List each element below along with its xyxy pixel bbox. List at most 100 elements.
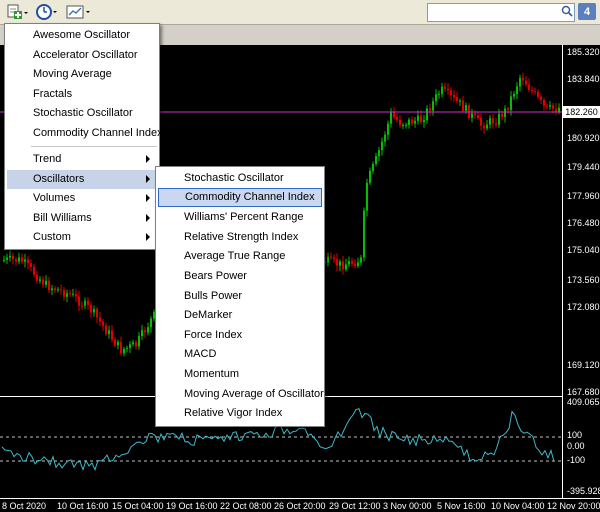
submenu-arrow-icon xyxy=(146,194,150,202)
submenu-item-relative-vigor-index[interactable]: Relative Vigor Index xyxy=(158,404,322,423)
candle-body xyxy=(486,124,488,129)
candle-body xyxy=(45,280,47,285)
submenu-item-commodity-channel-index[interactable]: Commodity Channel Index xyxy=(158,188,322,207)
candle-body xyxy=(477,115,479,118)
candle-body xyxy=(36,274,38,281)
menu-item-stochastic-oscillator[interactable]: Stochastic Oscillator xyxy=(7,104,157,123)
candle-body xyxy=(150,318,152,328)
time-axis-label: 10 Nov 04:00 xyxy=(491,501,545,511)
candle-body xyxy=(48,280,50,291)
menu-group-custom[interactable]: Custom xyxy=(7,228,157,247)
menu-item-moving-average[interactable]: Moving Average xyxy=(7,65,157,84)
menu-group-label: Volumes xyxy=(33,192,76,204)
candle-body xyxy=(60,289,62,291)
template-icon xyxy=(66,5,90,19)
candle-body xyxy=(519,77,521,87)
menu-item-awesome-oscillator[interactable]: Awesome Oscillator xyxy=(7,26,157,45)
candle-body xyxy=(489,118,491,125)
candle-body xyxy=(102,321,104,326)
candle-body xyxy=(558,107,560,112)
time-axis-label: 12 Nov 20:00 xyxy=(547,501,600,511)
time-axis-label: 26 Oct 20:00 xyxy=(274,501,326,511)
submenu-item-bulls-power[interactable]: Bulls Power xyxy=(158,287,322,306)
candle-body xyxy=(357,262,359,266)
search-input[interactable] xyxy=(427,3,575,22)
submenu-arrow-icon xyxy=(146,214,150,222)
menu-group-bill-williams[interactable]: Bill Williams xyxy=(7,209,157,228)
candle-body xyxy=(474,113,476,116)
notification-badge[interactable]: 4 xyxy=(578,3,596,20)
candle-body xyxy=(495,123,497,125)
candle-body xyxy=(66,293,68,297)
time-axis-label: 22 Oct 08:00 xyxy=(220,501,272,511)
submenu-item-bears-power[interactable]: Bears Power xyxy=(158,267,322,286)
indicator-axis-label: 0.00 xyxy=(567,441,585,451)
price-axis-label: 173.560 xyxy=(567,275,600,285)
candle-body xyxy=(453,94,455,98)
candle-body xyxy=(27,259,29,264)
candle-body xyxy=(42,279,44,285)
submenu-item-stochastic-oscillator[interactable]: Stochastic Oscillator xyxy=(158,169,322,188)
add-indicator-button[interactable] xyxy=(4,2,30,22)
candle-body xyxy=(87,300,89,305)
candle-body xyxy=(405,124,407,126)
menu-item-fractals[interactable]: Fractals xyxy=(7,85,157,104)
candle-body xyxy=(552,105,554,109)
candle-body xyxy=(111,330,113,340)
submenu-item-demarker[interactable]: DeMarker xyxy=(158,306,322,325)
price-axis-label: 167.680 xyxy=(567,387,600,397)
candle-body xyxy=(483,125,485,129)
candle-body xyxy=(402,124,404,126)
candle-body xyxy=(540,96,542,101)
candle-body xyxy=(444,86,446,89)
submenu-item-force-index[interactable]: Force Index xyxy=(158,326,322,345)
submenu-item-relative-strength-index[interactable]: Relative Strength Index xyxy=(158,228,322,247)
candle-body xyxy=(78,296,80,306)
candle-body xyxy=(354,263,356,266)
submenu-item-average-true-range[interactable]: Average True Range xyxy=(158,247,322,266)
candle-body xyxy=(381,141,383,151)
indicators-menu: Awesome Oscillator Accelerator Oscillato… xyxy=(4,23,163,250)
candle-body xyxy=(429,108,431,111)
periodicity-button[interactable] xyxy=(34,2,60,22)
indicator-axis-label: -395.9284 xyxy=(567,486,600,496)
candle-body xyxy=(138,336,140,347)
clock-icon xyxy=(36,4,57,20)
candle-body xyxy=(501,113,503,117)
menu-item-accelerator-oscillator[interactable]: Accelerator Oscillator xyxy=(7,46,157,65)
submenu-item-williams-percent-range[interactable]: Williams' Percent Range xyxy=(158,208,322,227)
candle-body xyxy=(24,259,26,262)
menu-group-oscillators[interactable]: Oscillators xyxy=(7,170,157,189)
price-axis-label: 179.440 xyxy=(567,162,600,172)
candle-body xyxy=(426,108,428,121)
search-icon[interactable] xyxy=(561,5,573,17)
price-axis-label: 175.040 xyxy=(567,245,600,255)
candle-body xyxy=(408,119,410,125)
submenu-item-macd[interactable]: MACD xyxy=(158,345,322,364)
candle-body xyxy=(516,86,518,94)
time-axis-label: 3 Nov 00:00 xyxy=(383,501,432,511)
candle-body xyxy=(420,115,422,123)
candle-body xyxy=(90,304,92,313)
menu-divider xyxy=(31,146,157,147)
candle-body xyxy=(378,150,380,157)
menu-item-commodity-channel-index[interactable]: Commodity Channel Index xyxy=(7,124,163,143)
template-button[interactable] xyxy=(64,2,92,22)
price-axis-label: 183.840 xyxy=(567,74,600,84)
submenu-item-momentum[interactable]: Momentum xyxy=(158,365,322,384)
menu-group-volumes[interactable]: Volumes xyxy=(7,189,157,208)
menu-group-label: Trend xyxy=(33,153,62,165)
candle-body xyxy=(543,100,545,106)
candle-body xyxy=(390,112,392,124)
candle-body xyxy=(129,344,131,348)
add-indicator-icon xyxy=(7,4,28,19)
menu-group-trend[interactable]: Trend xyxy=(7,150,157,169)
candle-body xyxy=(531,89,533,92)
submenu-item-moving-average-of-oscillator[interactable]: Moving Average of Oscillator xyxy=(158,385,324,404)
candle-body xyxy=(360,257,362,263)
toolbar: 4 xyxy=(0,0,600,25)
candle-body xyxy=(438,93,440,95)
candle-body xyxy=(339,261,341,266)
candle-body xyxy=(63,290,65,297)
time-axis-label: 15 Oct 04:00 xyxy=(112,501,164,511)
